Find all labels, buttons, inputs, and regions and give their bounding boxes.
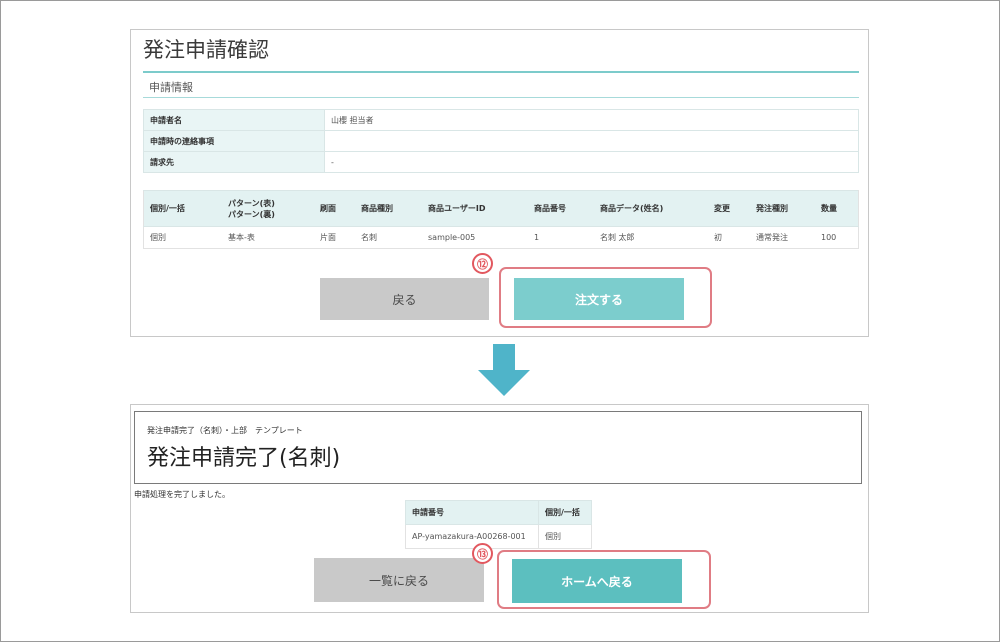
cell: 名刺 太郎 (594, 226, 708, 249)
info-row: 請求先 - (143, 151, 859, 173)
col-header: 刷面 (314, 190, 355, 227)
completion-message: 申請処理を完了しました。 (134, 490, 230, 499)
col-header: 商品種別 (355, 190, 422, 227)
cell: AP-yamazakura-A00268-001 (405, 524, 539, 549)
down-arrow-icon (478, 344, 530, 396)
cell: sample-005 (422, 226, 528, 249)
col-header: 申請番号 (405, 500, 539, 525)
cell: 初 (708, 226, 750, 249)
col-header: 個別/一括 (538, 500, 592, 525)
step-13-marker: ⑬ (472, 543, 493, 564)
cell: 1 (528, 226, 594, 249)
col-header: 変更 (708, 190, 750, 227)
section-heading: 申請情報 (149, 81, 193, 94)
col-header: 商品ユーザーID (422, 190, 528, 227)
table-header-row: 申請番号 個別/一括 (405, 500, 592, 525)
info-value: 山櫻 担当者 (324, 109, 859, 131)
table-header-row: 個別/一括 パターン(表) パターン(裏) 刷面 商品種別 商品ユーザーID 商… (143, 190, 859, 227)
col-header: パターン(表) パターン(裏) (222, 190, 314, 227)
info-row: 申請者名 山櫻 担当者 (143, 109, 859, 131)
page-title: 発注申請確認 (143, 38, 269, 62)
section-divider (143, 97, 859, 98)
col-header: 数量 (815, 190, 859, 227)
cell: 片面 (314, 226, 355, 249)
cell: 通常発注 (750, 226, 815, 249)
table-row: AP-yamazakura-A00268-001 個別 (405, 524, 592, 549)
complete-header-box: 発注申請完了（名刺）・上部 テンプレート 発注申請完了(名刺) (134, 411, 862, 484)
info-row: 申請時の連絡事項 (143, 130, 859, 152)
info-label: 申請時の連絡事項 (143, 130, 325, 152)
back-button[interactable]: 戻る (320, 278, 489, 320)
title-divider (143, 71, 859, 73)
place-order-button[interactable]: 注文する (514, 278, 684, 320)
back-to-home-button[interactable]: ホームへ戻る (512, 559, 682, 603)
col-header: 商品データ(姓名) (594, 190, 708, 227)
application-result-table: 申請番号 個別/一括 AP-yamazakura-A00268-001 個別 (405, 500, 592, 549)
cell: 個別 (143, 226, 222, 249)
info-label: 請求先 (143, 151, 325, 173)
info-value (324, 130, 859, 152)
order-items-table: 個別/一括 パターン(表) パターン(裏) 刷面 商品種別 商品ユーザーID 商… (143, 190, 859, 249)
cell: 名刺 (355, 226, 422, 249)
table-row: 個別 基本-表 片面 名刺 sample-005 1 名刺 太郎 初 通常発注 … (143, 226, 859, 249)
cell: 100 (815, 226, 859, 249)
cell: 個別 (538, 524, 592, 549)
info-label: 申請者名 (143, 109, 325, 131)
back-to-list-button[interactable]: 一覧に戻る (314, 558, 484, 602)
breadcrumb: 発注申請完了（名刺）・上部 テンプレート (147, 426, 303, 435)
col-header: 発注種別 (750, 190, 815, 227)
col-header: 個別/一括 (143, 190, 222, 227)
order-complete-panel: 発注申請完了（名刺）・上部 テンプレート 発注申請完了(名刺) 申請処理を完了し… (130, 404, 869, 613)
step-12-marker: ⑫ (472, 253, 493, 274)
info-value: - (324, 151, 859, 173)
cell: 基本-表 (222, 226, 314, 249)
col-header: 商品番号 (528, 190, 594, 227)
page-title: 発注申請完了(名刺) (147, 446, 341, 471)
applicant-info-table: 申請者名 山櫻 担当者 申請時の連絡事項 請求先 - (143, 109, 859, 173)
order-confirm-panel: 発注申請確認 申請情報 申請者名 山櫻 担当者 申請時の連絡事項 請求先 - 個… (130, 29, 869, 337)
